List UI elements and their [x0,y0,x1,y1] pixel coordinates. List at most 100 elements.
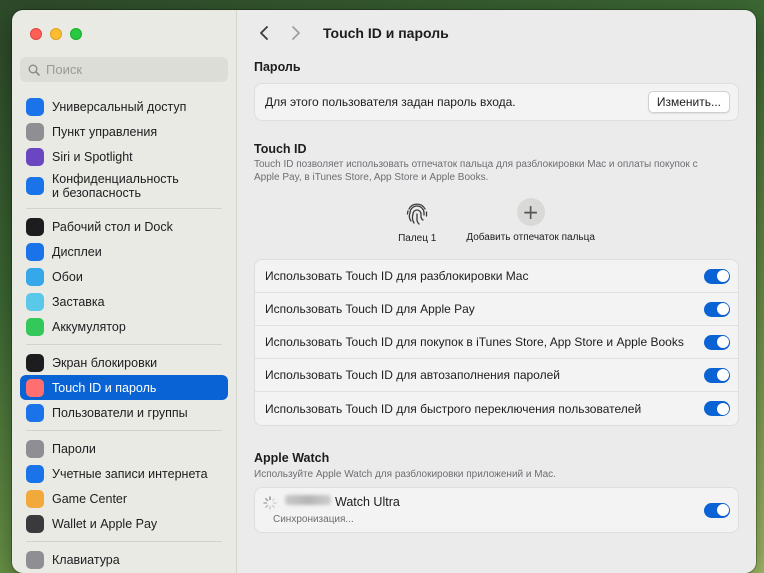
search-input[interactable] [46,62,206,77]
sidebar-item[interactable]: Touch ID и пароль [20,375,228,400]
sidebar-item-label: Клавиатура [52,552,120,567]
sidebar-item[interactable]: Обои [20,264,228,289]
watch-card: Watch Ultra Синхронизация... [254,487,739,533]
sidebar-item-label: Пункт управления [52,124,158,139]
sidebar-list: Универсальный доступ Пункт управления Siri… [20,94,228,572]
blurred-owner-name [285,495,331,505]
battery-icon [26,317,44,336]
watch-toggle[interactable] [704,502,730,518]
sidebar-item-label: Заставка [52,294,105,309]
window-controls [30,28,82,40]
privacy-hand-icon [26,177,44,195]
users-icon [26,403,44,422]
touchid-option-toggle[interactable] [704,301,730,317]
finger-1[interactable]: Палец 1 [398,198,436,244]
forward-button[interactable] [285,22,307,44]
add-fingerprint[interactable]: + Добавить отпечаток пальца [466,198,595,244]
minimize-button[interactable] [50,28,62,40]
touchid-option-row: Использовать Touch ID для быстрого перек… [255,392,738,425]
game-center-icon [26,489,44,508]
touchid-option-toggle[interactable] [704,367,730,383]
touchid-heading: Touch ID [254,142,307,156]
wallet-icon [26,514,44,533]
sidebar-divider [26,541,222,542]
zoom-button[interactable] [70,28,82,40]
touchid-option-label: Использовать Touch ID для покупок в iTun… [265,335,684,349]
accessibility-icon [26,97,44,116]
sidebar-item-label: Конфиденциальность и безопасность [52,172,179,200]
dock-icon [26,217,44,236]
sidebar-item[interactable]: Game Center [20,486,228,511]
sidebar-item-label: Аккумулятор [52,319,126,334]
sidebar-item[interactable]: Учетные записи интернета [20,461,228,486]
sidebar-item-label: Touch ID и пароль [52,380,157,395]
password-text: Для этого пользователя задан пароль вход… [265,95,516,109]
touchid-option-row: Использовать Touch ID для автозаполнения… [255,359,738,392]
password-card: Для этого пользователя задан пароль вход… [254,83,739,121]
at-icon [26,464,44,483]
keyboard-icon [26,550,44,569]
sidebar-item[interactable]: Дисплеи [20,239,228,264]
touchid-option-label: Использовать Touch ID для Apple Pay [265,302,475,316]
touchid-options-card: Использовать Touch ID для разблокировки … [254,259,739,426]
sidebar-item-label: Учетные записи интернета [52,466,208,481]
touchid-option-toggle[interactable] [704,268,730,284]
touchid-option-label: Использовать Touch ID для быстрого перек… [265,401,642,416]
sidebar-item-label: Пользователи и группы [52,405,188,420]
sidebar-item-label: Пароли [52,441,96,456]
sidebar-item-label: Рабочий стол и Dock [52,219,173,234]
touchid-option-row: Использовать Touch ID для разблокировки … [255,260,738,293]
fingerprints: Палец 1 + Добавить отпечаток пальца [254,198,739,244]
sidebar-item[interactable]: Рабочий стол и Dock [20,214,228,239]
lock-screen-icon [26,353,44,372]
wallpaper-icon [26,267,44,286]
sidebar: Универсальный доступ Пункт управления Siri… [12,10,237,573]
watch-status: Синхронизация... [273,514,354,525]
sidebar-item[interactable]: Wallet и Apple Pay [20,511,228,536]
touchid-option-toggle[interactable] [704,401,730,416]
chevron-left-icon [260,26,268,40]
finger-label: Палец 1 [398,233,437,244]
sidebar-item[interactable]: Конфиденциальность и безопасность [20,169,228,203]
touchid-option-row: Использовать Touch ID для покупок в iTun… [255,326,738,359]
watch-description: Используйте Apple Watch для разблокировк… [254,469,556,480]
search-icon [28,64,40,76]
back-button[interactable] [253,22,275,44]
spinner-icon [263,496,277,510]
chevron-right-icon [292,26,300,40]
sidebar-item[interactable]: Клавиатура [20,547,228,572]
sidebar-item-label: Дисплеи [52,244,102,259]
sidebar-item[interactable]: Пароли [20,436,228,461]
toolbar: Touch ID и пароль [237,10,756,56]
fingerprint-icon [26,378,44,397]
sidebar-divider [26,430,222,431]
display-icon [26,242,44,261]
plus-icon: + [516,198,545,226]
sidebar-item[interactable]: Пользователи и группы [20,400,228,425]
add-fingerprint-label: Добавить отпечаток пальца [466,232,595,243]
sidebar-item[interactable]: Siri и Spotlight [20,144,228,169]
change-password-button[interactable]: Изменить... [647,91,730,113]
sidebar-item[interactable]: Заставка [20,289,228,314]
watch-heading: Apple Watch [254,451,330,465]
sidebar-item[interactable]: Универсальный доступ [20,94,228,119]
search-field[interactable] [20,57,228,82]
sidebar-divider [26,344,222,345]
key-icon [26,439,44,458]
screensaver-icon [26,292,44,311]
sidebar-item-label: Универсальный доступ [52,99,187,114]
sidebar-item[interactable]: Пункт управления [20,119,228,144]
sidebar-item-label: Game Center [52,491,128,506]
close-button[interactable] [30,28,42,40]
fingerprint-icon [402,198,432,228]
control-center-icon [26,122,44,141]
sidebar-item-label: Экран блокировки [52,355,158,370]
sidebar-item[interactable]: Экран блокировки [20,350,228,375]
watch-row: Watch Ultra Синхронизация... [255,488,738,532]
touchid-option-label: Использовать Touch ID для автозаполнения… [265,368,560,382]
settings-window: Универсальный доступ Пункт управления Siri… [12,10,756,573]
sidebar-item[interactable]: Аккумулятор [20,314,228,339]
touchid-option-toggle[interactable] [704,334,730,350]
watch-name: Watch Ultra [335,495,400,509]
touchid-description: Touch ID позволяет использовать отпечато… [254,159,698,183]
